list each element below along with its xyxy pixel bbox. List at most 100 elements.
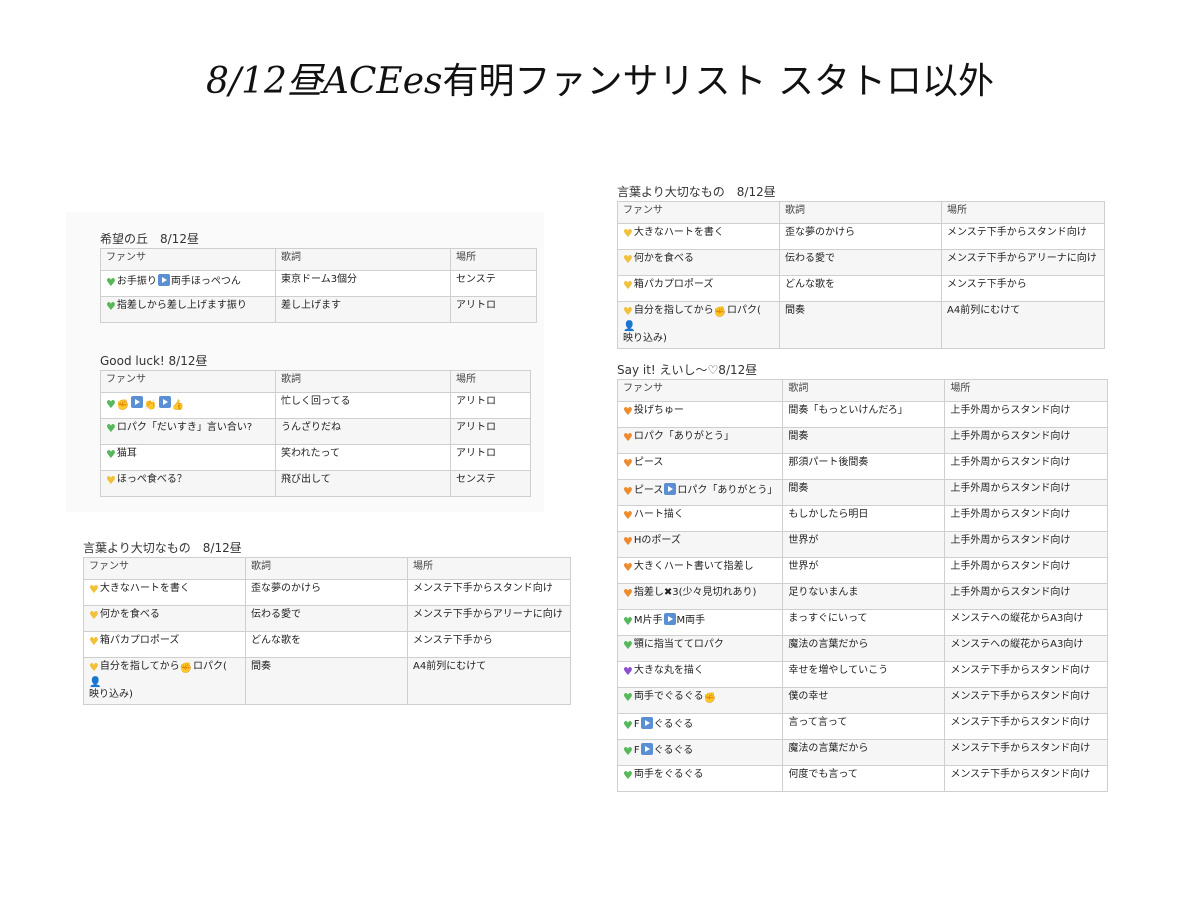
lyrics-cell: 言って言って [782,713,946,740]
person-icon: 👤 [623,321,636,332]
fansa-text: 両手ほっぺつん [170,276,241,287]
place-cell: センステ [450,470,531,497]
lyrics-cell: 世界が [782,557,946,584]
table-row: ♥大きな丸を描く 幸せを増やしていこう メンステ下手からスタンド向け [616,661,1109,688]
place-cell: センステ [450,270,537,297]
place-cell: アリトロ [450,418,531,445]
table-row: ♥F ぐるぐる 言って言って メンステ下手からスタンド向け [616,713,1109,740]
lyrics-cell: 飛び出して [275,470,451,497]
block-good-luck: Good luck! 8/12昼 ファンサ 歌詞 場所 ♥✊ 👏 👍 忙しく回ってる アリトロ ♥… [100,352,531,497]
lyrics-cell: 差し上げます [275,296,451,323]
table-row: ♥何かを食べる 伝わる愛で メンステ下手からアリーナに向け [83,605,571,632]
fansa-cell: ♥ピース [616,453,784,480]
table-header-row: ファンサ 歌詞 場所 [83,557,571,580]
table-row: ♥ロパク「だいすき」言い合い? うんざりだね アリトロ [100,418,531,445]
place-cell: A4前列にむけて [941,301,1105,349]
table-row: ♥大きくハート書いて指差し 世界が 上手外周からスタンド向け [616,557,1109,584]
lyrics-cell: 間奏 [245,657,408,705]
table-row: ♥Hのポーズ 世界が 上手外周からスタンド向け [616,531,1109,558]
table-row: ♥✊ 👏 👍 忙しく回ってる アリトロ [100,392,531,419]
clap-icon: 👏 [144,400,157,411]
fansa-cell: ♥大きなハートを書く [83,579,246,606]
header-lyrics: 歌詞 [275,370,451,393]
fansa-cell: ♥ハート描く [616,505,784,532]
place-cell: メンステへの縦花からA3向け [944,609,1109,636]
place-cell: メンステ下手からスタンド向け [407,579,571,606]
fansa-text: ロパク「だいすき」言い合い? [116,422,253,433]
fansa-text: ぐるぐる [653,745,694,756]
lyrics-cell: 僕の幸せ [782,687,946,714]
green-heart-icon: ♥ [106,422,116,435]
header-fansa: ファンサ [617,201,780,224]
fansa-text: お手振り [116,276,157,287]
place-cell: メンステ下手から [407,631,571,658]
fansa-cell: ♥Hのポーズ [616,531,784,558]
fansa-text: M両手 [676,615,706,626]
fansa-cell: ♥投げちゅー [616,401,784,428]
fansa-text: ピース [633,457,664,468]
play-icon [664,483,677,495]
fist-icon: ✊ [116,400,130,411]
orange-heart-icon: ♥ [623,431,633,444]
block-title: 希望の丘 8/12昼 [100,232,199,246]
table-row: ♥何かを食べる 伝わる愛で メンステ下手からアリーナに向け [617,249,1105,276]
green-heart-icon: ♥ [106,300,116,313]
fansa-text: F [633,745,640,756]
lyrics-cell: どんな歌を [245,631,408,658]
table-row: ♥自分を指してから✊ロパク(👤 映り込み) 間奏 A4前列にむけて [617,301,1105,349]
fist-icon: ✊ [703,693,717,704]
person-icon: 👤 [89,677,102,688]
cross-icon: ✖ [663,587,673,598]
lyrics-cell: 間奏 [782,427,946,454]
place-cell: 上手外周からスタンド向け [944,427,1109,454]
place-cell: メンステ下手からスタンド向け [944,739,1109,766]
place-cell: メンステ下手からスタンド向け [944,687,1109,714]
place-cell: メンステ下手からスタンド向け [944,713,1109,740]
fansa-text: 猫耳 [116,448,137,459]
table-row: ♥投げちゅー 間奏「もっといけんだろ」 上手外周からスタンド向け [616,401,1109,428]
fansa-cell: ♥指差し✖3(少々見切れあり) [616,583,784,610]
table-row: ♥顎に指当ててロパク 魔法の言葉だから メンステへの縦花からA3向け [616,635,1109,662]
fansa-text: 何かを食べる [99,609,160,620]
block-title: Good luck! 8/12昼 [100,354,208,368]
table-row: ♥F ぐるぐる 魔法の言葉だから メンステ下手からスタンド向け [616,739,1109,766]
lyrics-cell: 間奏 [779,301,942,349]
title-date-group: 8/12昼ACEes [206,61,443,102]
fansa-cell: ♥大きくハート書いて指差し [616,557,784,584]
fansa-text: ロパク「ありがとう」 [633,431,734,442]
place-cell: メンステ下手からスタンド向け [944,661,1109,688]
fansa-cell: ♥M片手 M両手 [616,609,784,636]
block-say-it: Say it! えいし〜♡8/12昼 ファンサ 歌詞 場所 ♥投げちゅー 間奏「もっといけ… [616,361,1109,792]
lyrics-cell: もしかしたら明日 [782,505,946,532]
green-heart-icon: ♥ [623,719,633,732]
table-row: ♥両手をぐるぐる 何度でも言って メンステ下手からスタンド向け [616,765,1109,792]
yellow-heart-icon: ♥ [623,305,633,318]
lyrics-cell: 那須パート後間奏 [782,453,946,480]
fansa-cell: ♥箱パカプロポーズ [83,631,246,658]
orange-heart-icon: ♥ [623,509,633,522]
orange-heart-icon: ♥ [623,405,633,418]
place-cell: 上手外周からスタンド向け [944,401,1109,428]
fansa-cell: ♥ロパク「ありがとう」 [616,427,784,454]
fansa-cell: ♥何かを食べる [617,249,780,276]
fansa-text: 箱パカプロポーズ [99,635,180,646]
orange-heart-icon: ♥ [623,535,633,548]
table-row: ♥大きなハートを書く 歪な夢のかけら メンステ下手からスタンド向け [617,223,1105,250]
title-main: 有明ファンサリスト スタトロ以外 [442,61,994,102]
lyrics-cell: まっすぐにいって [782,609,946,636]
place-cell: 上手外周からスタンド向け [944,583,1109,610]
fansa-cell: ♥自分を指してから✊ロパク(👤 映り込み) [83,657,246,705]
fansa-cell: ♥ほっぺ食べる？ [100,470,276,497]
fansa-text: ピース [633,485,664,496]
fansa-text: 両手をぐるぐる [633,769,704,780]
place-cell: アリトロ [450,444,531,471]
fansa-cell: ♥✊ 👏 👍 [100,392,276,419]
place-cell: メンステ下手からアリーナに向け [407,605,571,632]
table-row: ♥ハート描く もしかしたら明日 上手外周からスタンド向け [616,505,1109,532]
fansa-cell: ♥猫耳 [100,444,276,471]
yellow-heart-icon: ♥ [623,253,633,266]
header-lyrics: 歌詞 [782,379,946,402]
fansa-text: 大きくハート書いて指差し [633,561,754,572]
play-icon [158,396,171,408]
fansa-text: ロパク( [727,305,761,316]
